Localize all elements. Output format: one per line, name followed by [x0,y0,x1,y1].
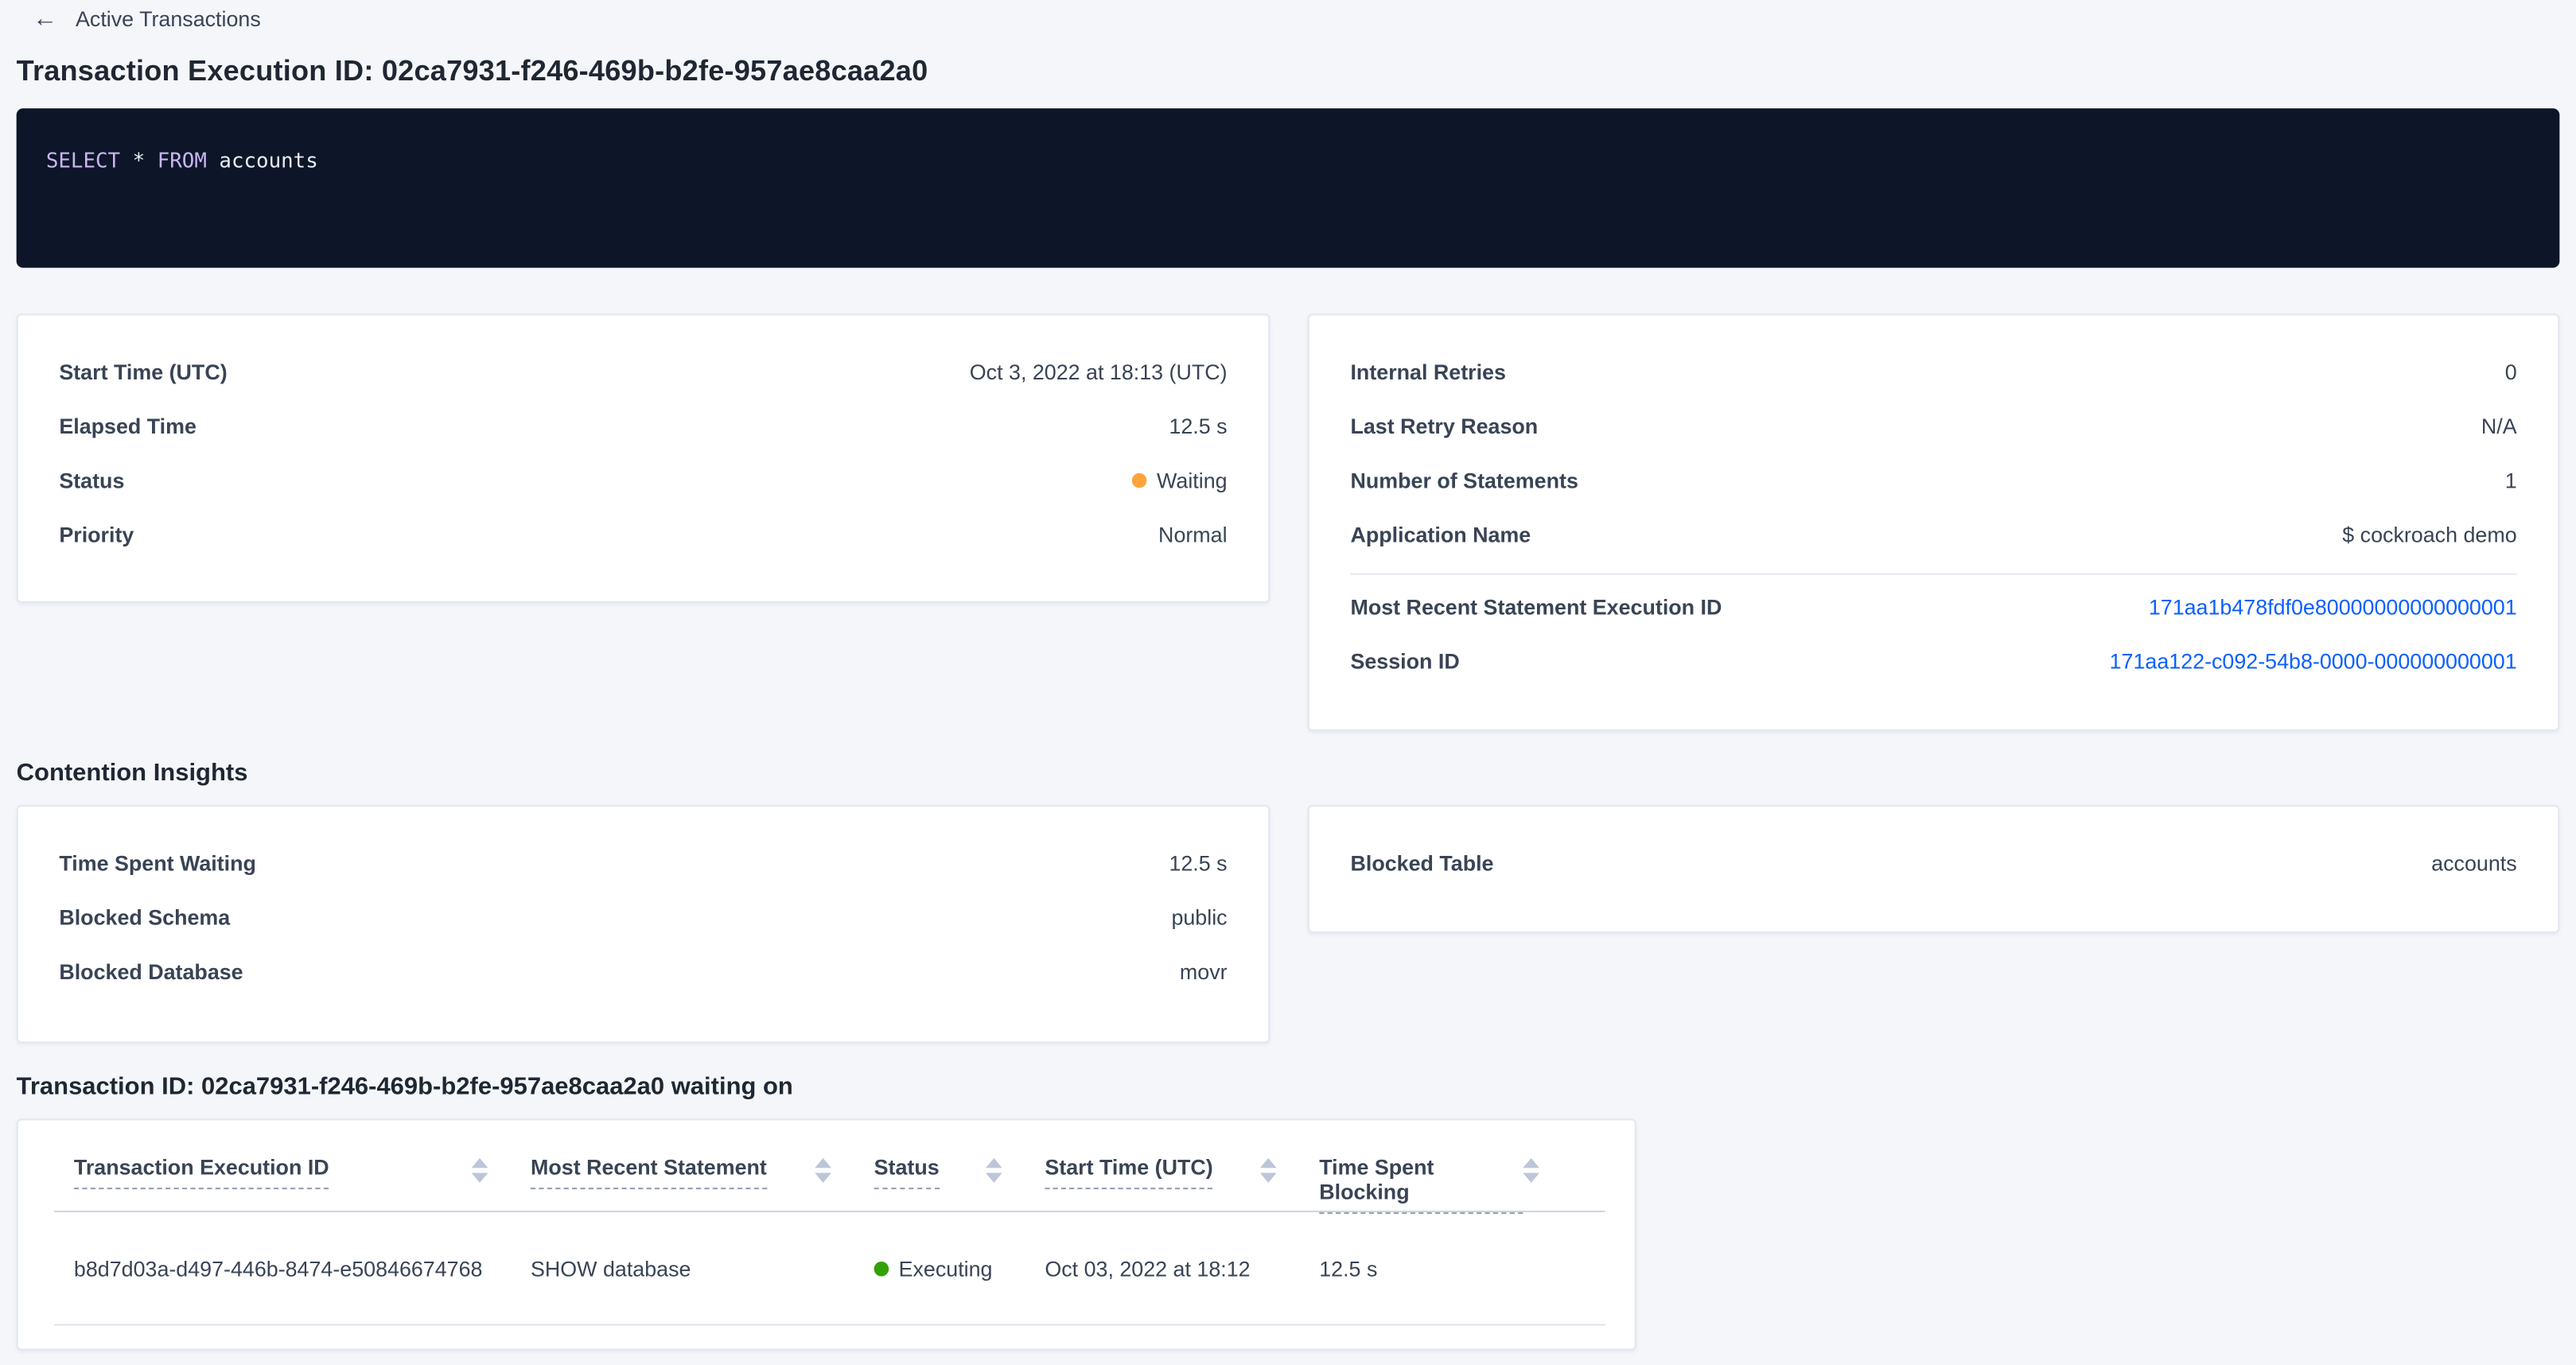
summary-row-label: Start Time (UTC) [59,360,227,384]
table-header-row: Transaction Execution ID Most Recent Sta… [54,1120,1605,1212]
cell-time-spent-blocking: 12.5 s [1319,1256,1582,1281]
summary-row: Blocked Database movr [18,944,1269,998]
sort-arrows-icon[interactable] [986,1158,1002,1183]
column-header-transaction-execution-id[interactable]: Transaction Execution ID [74,1155,531,1189]
column-header-label: Transaction Execution ID [74,1155,329,1189]
cell-status: Executing [874,1256,1045,1281]
summary-row: Blocked Schema public [18,890,1269,944]
summary-row-value: Normal [1158,523,1228,547]
back-link-active-transactions[interactable]: ← Active Transactions [33,6,260,31]
sql-statement-box: SELECT * FROM accounts [17,108,2560,267]
summary-row: Most Recent Statement Execution ID 171aa… [1309,580,2558,634]
summary-row-value: Oct 3, 2022 at 18:13 (UTC) [970,360,1228,384]
card-divider [1350,574,2516,575]
sql-text: * [120,148,158,173]
contention-insights-heading: Contention Insights [17,759,248,787]
column-header-time-spent-blocking[interactable]: Time Spent Blocking [1319,1155,1582,1214]
summary-row-value: 0 [2505,360,2517,384]
summary-row: Last Retry Reason N/A [1309,399,2558,453]
summary-row-label: Elapsed Time [59,414,197,438]
status-label: Waiting [1157,469,1228,493]
summary-row-label: Application Name [1350,523,1531,547]
column-header-status[interactable]: Status [874,1155,1045,1189]
summary-row: Blocked Table accounts [1309,836,2558,890]
status-label: Executing [899,1256,993,1281]
summary-row-label: Priority [59,523,134,547]
sort-arrows-icon[interactable] [815,1158,831,1183]
sql-keyword: SELECT [46,148,120,173]
session-id-link[interactable]: 171aa122-c092-54b8-0000-000000000001 [2110,649,2517,674]
summary-row-value: $ cockroach demo [2342,523,2516,547]
summary-row-label: Blocked Database [59,959,243,984]
summary-row: Start Time (UTC) Oct 3, 2022 at 18:13 (U… [18,345,1269,399]
sort-arrows-icon[interactable] [1523,1158,1539,1183]
summary-row: Time Spent Waiting 12.5 s [18,836,1269,890]
column-header-label: Time Spent Blocking [1319,1155,1523,1214]
table-row: b8d7d03a-d497-446b-8474-e50846674768 SHO… [54,1212,1605,1325]
statement-execution-id-link[interactable]: 171aa1b478fdf0e80000000000000001 [2149,595,2517,620]
sort-arrows-icon[interactable] [1260,1158,1277,1183]
waiting-transactions-table-card: Transaction Execution ID Most Recent Sta… [17,1118,1636,1350]
summary-row-label: Blocked Schema [59,905,230,930]
summary-row-value: movr [1180,959,1228,984]
summary-row: Session ID 171aa122-c092-54b8-0000-00000… [1309,634,2558,688]
sql-keyword: FROM [158,148,207,173]
summary-row-value: N/A [2481,414,2517,438]
waiting-on-heading: Transaction ID: 02ca7931-f246-469b-b2fe-… [17,1072,793,1100]
summary-row-value: public [1171,905,1227,930]
summary-row-label: Internal Retries [1350,360,1505,384]
transaction-details-page: ← Active Transactions Transaction Execut… [0,0,2576,1365]
contention-card-right: Blocked Table accounts [1308,805,2560,933]
page-title: Transaction Execution ID: 02ca7931-f246-… [17,54,928,88]
summary-row-label: Time Spent Waiting [59,851,256,876]
contention-card-left: Time Spent Waiting 12.5 s Blocked Schema… [17,805,1270,1043]
summary-row-label: Session ID [1350,649,1459,674]
summary-card-right: Internal Retries 0 Last Retry Reason N/A… [1308,313,2560,731]
summary-row: Application Name $ cockroach demo [1309,508,2558,562]
sort-arrows-icon[interactable] [472,1158,488,1183]
summary-card-left: Start Time (UTC) Oct 3, 2022 at 18:13 (U… [17,313,1270,602]
summary-row-value: 12.5 s [1169,851,1227,876]
summary-row-value: 12.5 s [1169,414,1227,438]
summary-row: Status Waiting [18,453,1269,508]
cell-most-recent-statement: SHOW database [531,1256,874,1281]
column-header-start-time[interactable]: Start Time (UTC) [1045,1155,1319,1189]
column-header-label: Most Recent Statement [531,1155,767,1189]
summary-row: Priority Normal [18,508,1269,562]
status-executing-dot-icon [874,1261,889,1276]
cell-transaction-execution-id: b8d7d03a-d497-446b-8474-e50846674768 [74,1256,531,1281]
column-header-label: Start Time (UTC) [1045,1155,1212,1189]
cell-start-time: Oct 03, 2022 at 18:12 [1045,1256,1319,1281]
status-waiting-dot-icon [1132,473,1147,488]
column-header-label: Status [874,1155,940,1189]
summary-row-label: Most Recent Statement Execution ID [1350,595,1722,620]
summary-row: Internal Retries 0 [1309,345,2558,399]
arrow-left-icon: ← [33,6,57,31]
summary-row: Number of Statements 1 [1309,453,2558,508]
summary-row-label: Last Retry Reason [1350,414,1538,438]
summary-row: Elapsed Time 12.5 s [18,399,1269,453]
back-link-label: Active Transactions [76,6,261,31]
column-header-most-recent-statement[interactable]: Most Recent Statement [531,1155,874,1189]
summary-row-value: 1 [2505,469,2517,493]
summary-row-label: Blocked Table [1350,851,1493,876]
summary-row-label: Number of Statements [1350,469,1578,493]
summary-row-value: accounts [2431,851,2516,876]
status-value: Waiting [1132,469,1228,493]
summary-row-label: Status [59,469,124,493]
sql-text: accounts [207,148,318,173]
